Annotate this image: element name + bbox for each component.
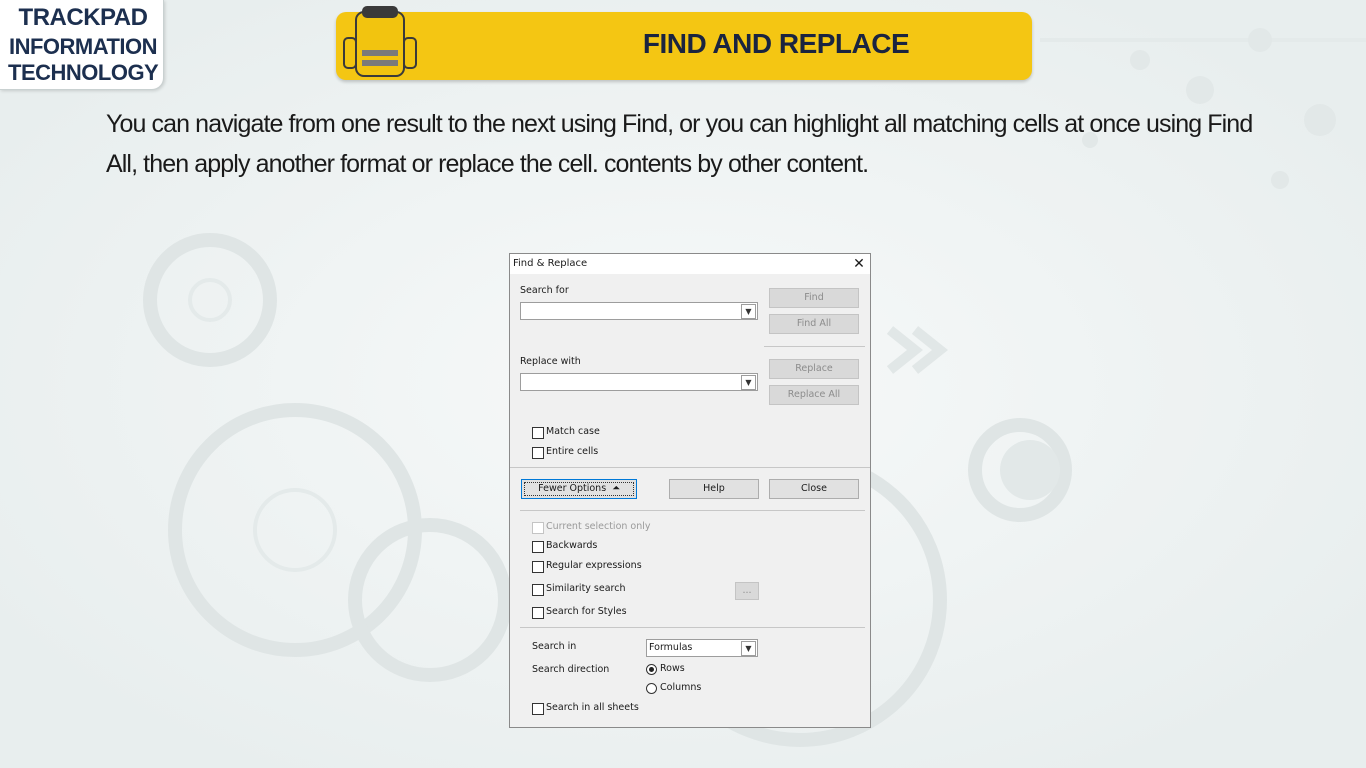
- logo-line-1: TRACKPAD: [18, 4, 148, 31]
- double-chevron-up-icon: ⏶: [609, 483, 620, 494]
- trackpad-logo: TRACKPAD INFORMATION TECHNOLOGY: [0, 0, 164, 90]
- search-direction-label: Search direction: [532, 664, 610, 675]
- fewer-options-button[interactable]: Fewer Options ⏶: [521, 479, 637, 499]
- checkbox-box[interactable]: [532, 541, 544, 553]
- search-in-value: Formulas: [649, 642, 693, 653]
- logo-line-3: TECHNOLOGY: [8, 60, 159, 85]
- backwards-label: Backwards: [546, 540, 598, 551]
- replace-all-button[interactable]: Replace All: [769, 385, 859, 405]
- description-text: You can navigate from one result to the …: [106, 110, 1253, 178]
- search-in-all-sheets-label: Search in all sheets: [546, 702, 639, 713]
- search-for-label: Search for: [520, 285, 569, 296]
- checkbox-box[interactable]: [532, 447, 544, 459]
- checkbox-box[interactable]: [532, 561, 544, 573]
- separator: [510, 467, 870, 468]
- chevron-down-icon[interactable]: ▼: [741, 304, 756, 319]
- checkbox-box[interactable]: [532, 427, 544, 439]
- separator: [520, 627, 865, 628]
- checkbox-box[interactable]: [532, 703, 544, 715]
- replace-with-label: Replace with: [520, 356, 581, 367]
- regular-expressions-label: Regular expressions: [546, 560, 642, 571]
- close-icon[interactable]: ✕: [850, 255, 868, 273]
- title-banner: FIND AND REPLACE: [336, 12, 1032, 80]
- radio-button[interactable]: [646, 664, 657, 675]
- chevron-down-icon[interactable]: ▼: [741, 375, 756, 390]
- columns-label: Columns: [660, 682, 702, 693]
- separator: [764, 346, 865, 347]
- find-button[interactable]: Find: [769, 288, 859, 308]
- checkbox-box[interactable]: [532, 522, 544, 534]
- dialog-titlebar: Find & Replace ✕: [510, 254, 870, 274]
- replace-with-input[interactable]: ▼: [520, 373, 758, 391]
- similarity-search-label: Similarity search: [546, 583, 626, 594]
- current-selection-only-label: Current selection only: [546, 521, 651, 532]
- similarity-options-button[interactable]: ...: [735, 582, 759, 600]
- fewer-options-label: Fewer Options: [538, 483, 607, 494]
- checkbox-box[interactable]: [532, 584, 544, 596]
- search-for-input[interactable]: ▼: [520, 302, 758, 320]
- radio-button[interactable]: [646, 683, 657, 694]
- page-title: FIND AND REPLACE: [642, 28, 910, 59]
- robot-mascot-icon: [343, 6, 417, 77]
- checkbox-box[interactable]: [532, 607, 544, 619]
- match-case-label: Match case: [546, 426, 600, 437]
- close-button[interactable]: Close: [769, 479, 859, 499]
- replace-button[interactable]: Replace: [769, 359, 859, 379]
- search-for-styles-label: Search for Styles: [546, 606, 627, 617]
- search-in-label: Search in: [532, 641, 577, 652]
- find-all-button[interactable]: Find All: [769, 314, 859, 334]
- chevron-down-icon[interactable]: ▼: [741, 641, 756, 656]
- separator: [520, 510, 865, 511]
- entire-cells-label: Entire cells: [546, 446, 599, 457]
- logo-line-2: INFORMATION: [8, 34, 158, 59]
- rows-label: Rows: [660, 663, 685, 674]
- dialog-title: Find & Replace: [513, 258, 588, 269]
- help-button[interactable]: Help: [669, 479, 759, 499]
- search-in-select[interactable]: Formulas ▼: [646, 639, 758, 657]
- find-replace-dialog: Find & Replace ✕ Search for ▼ Find Find …: [509, 253, 871, 728]
